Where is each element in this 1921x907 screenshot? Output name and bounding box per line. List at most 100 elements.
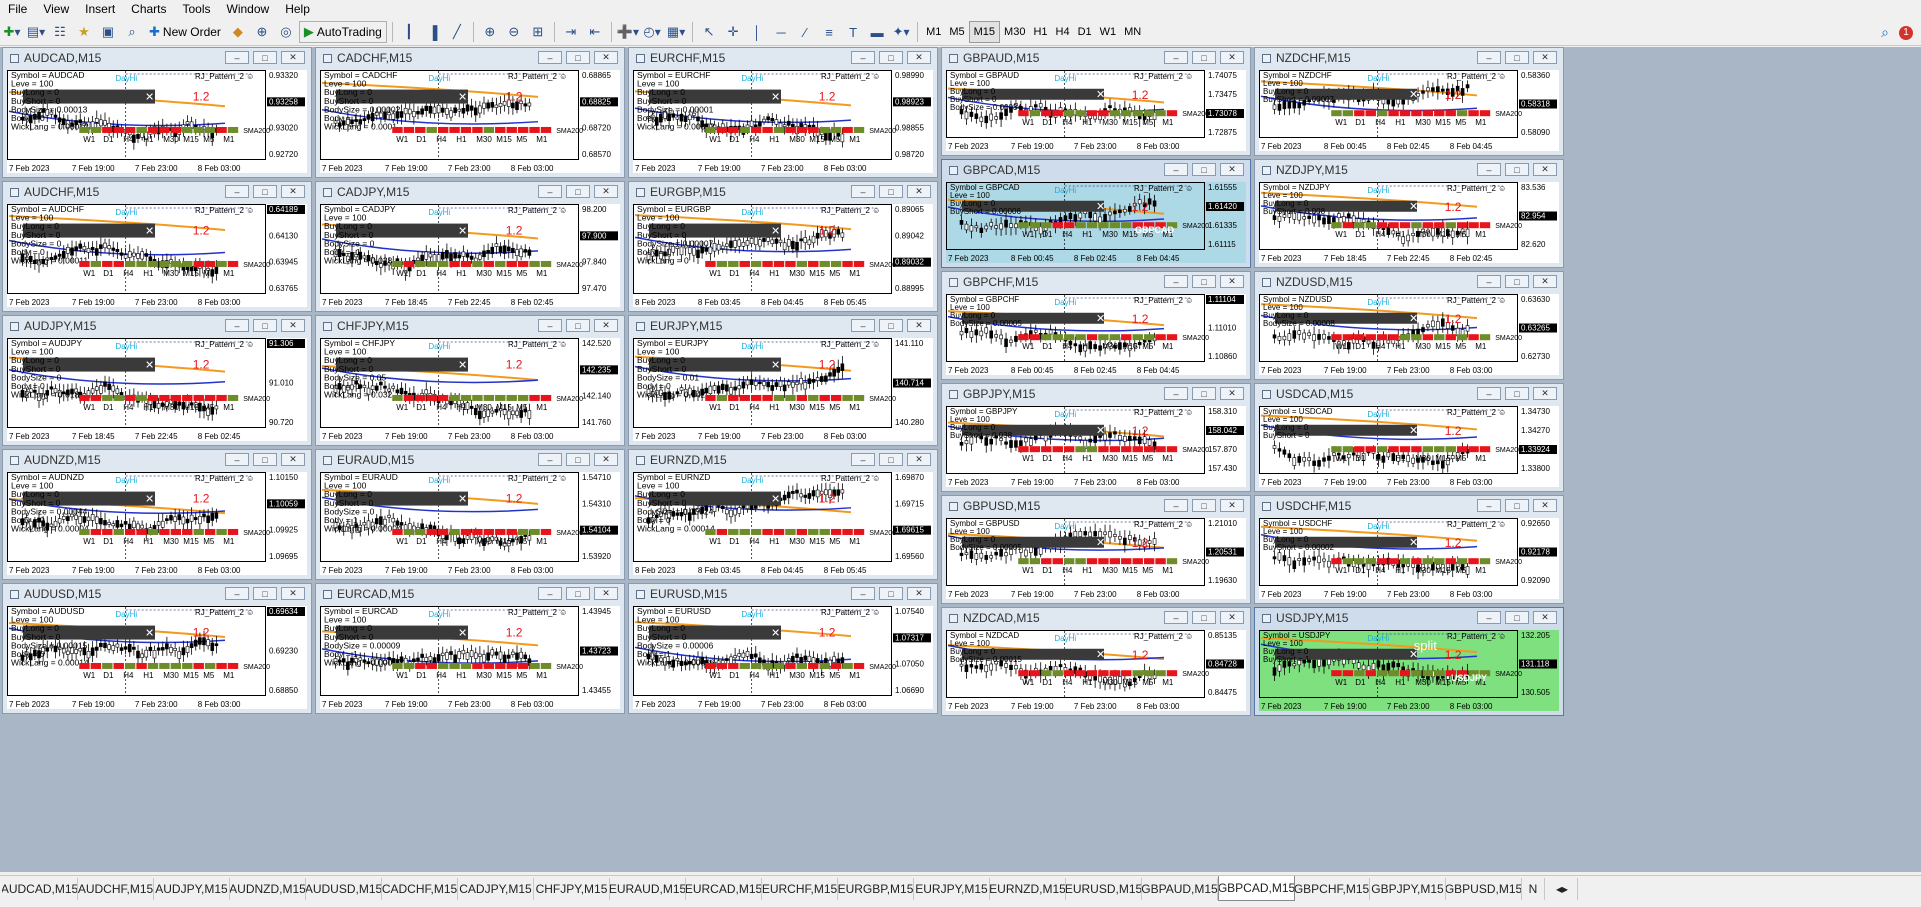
chart-window[interactable]: EURGBP,M15– □ ✕ ✕ Symbol = EURGBP Leve = 100 B… <box>628 181 938 312</box>
chart-window[interactable]: EURJPY,M15– □ ✕ ✕ Symbol = EURJPY Leve = 100 B… <box>628 315 938 446</box>
close-panel-icon[interactable]: ✕ <box>771 359 780 372</box>
vps-icon[interactable]: ◎ <box>275 22 297 42</box>
close-panel-icon[interactable]: ✕ <box>771 627 780 640</box>
vertical-line-icon[interactable]: │ <box>746 22 768 42</box>
chart-tab[interactable]: GBPJPY,M15 <box>1370 878 1446 900</box>
shapes-icon[interactable]: ✦ ▾ <box>890 22 912 42</box>
chart-window-titlebar[interactable]: GBPJPY,M15– □ ✕ <box>942 384 1250 404</box>
chart-tab[interactable]: CADJPY,M15 <box>458 878 534 900</box>
chart-canvas[interactable]: ✕ Symbol = GBPCAD Leve = 100 BuyLong = 0 Buy… <box>946 182 1246 263</box>
chart-canvas[interactable]: ✕ Symbol = EURNZD Leve = 100 BuyLong = 0 Buy… <box>633 472 933 575</box>
close-button[interactable]: ✕ <box>1533 163 1557 176</box>
metaeditor-icon[interactable]: ◆ <box>227 22 249 42</box>
chart-window[interactable]: EURCHF,M15– □ ✕ ✕ Symbol = EURCHF Leve = 100 B… <box>628 47 938 178</box>
close-button[interactable]: ✕ <box>281 453 305 466</box>
chart-window[interactable]: GBPAUD,M15– □ ✕ ✕ Symbol = GBPAUD Leve = 100 B… <box>941 47 1251 156</box>
menu-tools[interactable]: Tools <box>175 2 219 16</box>
chart-window[interactable]: EURUSD,M15– □ ✕ ✕ Symbol = EURUSD Leve = 100 B… <box>628 583 938 714</box>
search-icon[interactable]: ⌕ <box>1881 24 1889 41</box>
minimize-button[interactable]: – <box>225 185 249 198</box>
signals-icon[interactable]: ⊕ <box>251 22 273 42</box>
close-panel-icon[interactable]: ✕ <box>1409 424 1418 437</box>
close-button[interactable]: ✕ <box>1533 611 1557 624</box>
minimize-button[interactable]: – <box>225 587 249 600</box>
close-panel-icon[interactable]: ✕ <box>145 225 154 238</box>
close-panel-icon[interactable]: ✕ <box>1409 536 1418 549</box>
chart-canvas[interactable]: ✕ Symbol = AUDUSD Leve = 100 BuyLong = 0 Buy… <box>7 606 307 709</box>
chart-window[interactable]: AUDCAD,M15– □ ✕ ✕ Symbol = AUDCAD Leve = 100 B… <box>2 47 312 178</box>
tile-windows-icon[interactable]: ⊞ <box>527 22 549 42</box>
tf-m15[interactable]: M15 <box>968 21 1001 43</box>
profiles-icon[interactable]: ▤ ▾ <box>25 22 47 42</box>
minimize-button[interactable]: – <box>1164 611 1188 624</box>
close-panel-icon[interactable]: ✕ <box>1096 536 1105 549</box>
autoscroll-icon[interactable]: ⇥ <box>560 22 582 42</box>
maximize-button[interactable]: □ <box>1505 499 1529 512</box>
tf-m30[interactable]: M30 <box>1000 22 1029 42</box>
chart-canvas[interactable]: ✕ Symbol = EURJPY Leve = 100 BuyLong = 0 Buy… <box>633 338 933 441</box>
minimize-button[interactable]: – <box>538 587 562 600</box>
minimize-button[interactable]: – <box>538 185 562 198</box>
chart-tab[interactable]: GBPCAD,M15 <box>1218 876 1295 901</box>
minimize-button[interactable]: – <box>1164 275 1188 288</box>
bar-chart-icon[interactable]: ┃ <box>398 22 420 42</box>
close-panel-icon[interactable]: ✕ <box>1096 312 1105 325</box>
menu-window[interactable]: Window <box>219 2 278 16</box>
strategy-tester-icon[interactable]: ⌕ <box>121 22 143 42</box>
maximize-button[interactable]: □ <box>253 587 277 600</box>
close-panel-icon[interactable]: ✕ <box>1409 88 1418 101</box>
chart-window[interactable]: GBPUSD,M15– □ ✕ ✕ Symbol = GBPUSD Leve = 100 B… <box>941 495 1251 604</box>
chart-canvas[interactable]: ✕ Symbol = NZDCHF Leve = 100 BuyLong = 0 Buy… <box>1259 70 1559 151</box>
close-button[interactable]: ✕ <box>281 319 305 332</box>
chart-shift-icon[interactable]: ⇤ <box>584 22 606 42</box>
chart-window[interactable]: NZDUSD,M15– □ ✕ ✕ Symbol = NZDUSD Leve = 100 B… <box>1254 271 1564 380</box>
close-button[interactable]: ✕ <box>1220 275 1244 288</box>
chart-canvas[interactable]: ✕ Symbol = NZDJPY Leve = 100 BuyLong = 0 Buy… <box>1259 182 1559 263</box>
minimize-button[interactable]: – <box>1477 163 1501 176</box>
chart-window-titlebar[interactable]: AUDJPY,M15– □ ✕ <box>3 316 311 336</box>
chart-window-titlebar[interactable]: EURAUD,M15– □ ✕ <box>316 450 624 470</box>
maximize-button[interactable]: □ <box>879 587 903 600</box>
menu-insert[interactable]: Insert <box>77 2 123 16</box>
maximize-button[interactable]: □ <box>1192 51 1216 64</box>
close-button[interactable]: ✕ <box>907 587 931 600</box>
chart-window-titlebar[interactable]: EURCAD,M15– □ ✕ <box>316 584 624 604</box>
chart-tab[interactable]: AUDCHF,M15 <box>78 878 154 900</box>
menu-file[interactable]: File <box>0 2 35 16</box>
chart-window[interactable]: NZDJPY,M15– □ ✕ ✕ Symbol = NZDJPY Leve = 100 B… <box>1254 159 1564 268</box>
trendline-icon[interactable]: ∕ <box>794 22 816 42</box>
minimize-button[interactable]: – <box>1164 51 1188 64</box>
maximize-button[interactable]: □ <box>1192 611 1216 624</box>
close-panel-icon[interactable]: ✕ <box>458 91 467 104</box>
chart-tab[interactable]: EURUSD,M15 <box>1066 878 1142 900</box>
chart-window-titlebar[interactable]: GBPCAD,M15– □ ✕ <box>942 160 1250 180</box>
chart-window[interactable]: NZDCAD,M15– □ ✕ ✕ Symbol = NZDCAD Leve = 100 B… <box>941 607 1251 716</box>
market-watch-icon[interactable]: ☷ <box>49 22 71 42</box>
chart-canvas[interactable]: ✕ Symbol = AUDJPY Leve = 100 BuyLong = 0 Buy… <box>7 338 307 441</box>
chart-canvas[interactable]: ✕ Symbol = EURUSD Leve = 100 BuyLong = 0 Buy… <box>633 606 933 709</box>
maximize-button[interactable]: □ <box>566 51 590 64</box>
chart-window[interactable]: CADCHF,M15– □ ✕ ✕ Symbol = CADCHF Leve = 100 B… <box>315 47 625 178</box>
chart-window-titlebar[interactable]: GBPCHF,M15– □ ✕ <box>942 272 1250 292</box>
close-panel-icon[interactable]: ✕ <box>1096 424 1105 437</box>
close-button[interactable]: ✕ <box>907 185 931 198</box>
new-chart-icon[interactable]: ✚ ▾ <box>1 22 23 42</box>
minimize-button[interactable]: – <box>851 319 875 332</box>
close-panel-icon[interactable]: ✕ <box>1409 200 1418 213</box>
chart-window[interactable]: USDCAD,M15– □ ✕ ✕ Symbol = USDCAD Leve = 100 B… <box>1254 383 1564 492</box>
maximize-button[interactable]: □ <box>879 185 903 198</box>
chart-window-titlebar[interactable]: EURNZD,M15– □ ✕ <box>629 450 937 470</box>
maximize-button[interactable]: □ <box>1505 275 1529 288</box>
minimize-button[interactable]: – <box>1164 163 1188 176</box>
close-panel-icon[interactable]: ✕ <box>145 91 154 104</box>
close-button[interactable]: ✕ <box>281 587 305 600</box>
chart-tab[interactable]: EURNZD,M15 <box>990 878 1066 900</box>
maximize-button[interactable]: □ <box>566 185 590 198</box>
maximize-button[interactable]: □ <box>1192 499 1216 512</box>
chart-tab[interactable]: EURJPY,M15 <box>914 878 990 900</box>
chart-tab[interactable]: CADCHF,M15 <box>382 878 458 900</box>
chart-tab[interactable]: GBPUSD,M15 <box>1446 878 1522 900</box>
minimize-button[interactable]: – <box>851 185 875 198</box>
close-panel-icon[interactable]: ✕ <box>458 627 467 640</box>
minimize-button[interactable]: – <box>1477 387 1501 400</box>
